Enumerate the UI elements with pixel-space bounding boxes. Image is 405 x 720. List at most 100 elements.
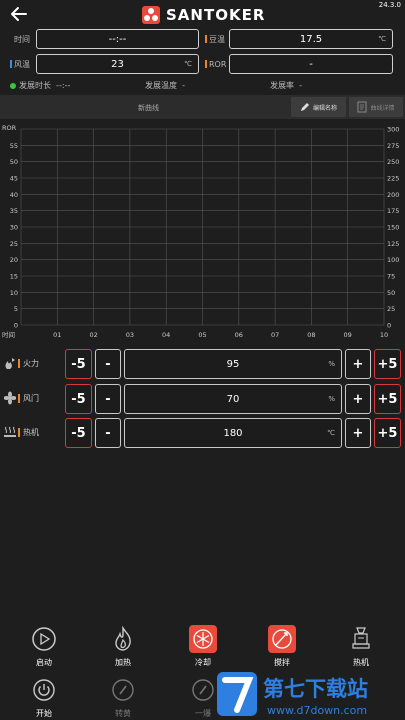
x-axis-label: 时间: [2, 330, 15, 339]
edit-name-label: 编辑名称: [312, 104, 337, 112]
damper-value-box[interactable]: 70 %: [124, 384, 342, 414]
snowflake-icon: [189, 625, 217, 653]
left-tick-label: 45: [10, 175, 18, 183]
damper-label: 风门: [23, 394, 39, 403]
right-tick-label: 150: [387, 224, 399, 232]
dev-rate-value: -: [299, 81, 302, 90]
air-temp-label: 风温: [14, 59, 30, 69]
back-arrow-icon[interactable]: [8, 4, 30, 24]
yellow-label: 转黄: [115, 709, 131, 718]
air-temp-field: 风温 23 ℃: [10, 54, 199, 74]
bean-temp-label: 豆温: [209, 34, 225, 44]
damper-plus-button[interactable]: +: [345, 384, 371, 414]
fire-minus-button[interactable]: -: [95, 349, 121, 379]
fire-unit: %: [328, 360, 335, 368]
right-tick-label: 100: [387, 256, 399, 264]
brand-name: SANTOKER: [166, 6, 266, 24]
left-tick-label: 55: [10, 142, 18, 150]
damper-plus5-button[interactable]: +5: [374, 384, 401, 414]
heater-minus5-button[interactable]: -5: [65, 418, 92, 448]
air-temp-unit: ℃: [184, 60, 192, 68]
heater-plus-button[interactable]: +: [345, 418, 371, 448]
x-tick-label: 01: [53, 331, 61, 339]
damper-label-wrap: 风门: [18, 393, 39, 404]
ror-label-wrap: ROR: [205, 60, 229, 69]
damper-minus-button[interactable]: -: [95, 384, 121, 414]
stir-label: 搅拌: [274, 658, 290, 667]
first-crack-label: 一爆: [195, 709, 211, 718]
left-tick-label: 40: [10, 191, 18, 199]
flame-fan-icon: [5, 358, 15, 369]
watermark-logo-icon: [217, 672, 257, 716]
heat-label: 加热: [115, 658, 131, 667]
bean-temp-field: 豆温 17.5 ℃: [205, 29, 393, 49]
x-tick-label: 04: [162, 331, 170, 339]
heater-value-box[interactable]: 180 ℃: [124, 418, 342, 448]
right-tick-label: 225: [387, 175, 399, 183]
time-label: 时间: [14, 34, 30, 44]
stir-icon: [268, 625, 296, 653]
left-tick-label: 10: [10, 289, 18, 297]
right-tick-label: 200: [387, 191, 399, 199]
machine-button[interactable]: 热机: [331, 625, 391, 668]
right-tick-label: 75: [387, 273, 395, 281]
power-icon: [30, 676, 58, 704]
brand-logo-icon: [142, 6, 160, 24]
pencil-icon: [300, 103, 309, 111]
damper-unit: %: [328, 395, 335, 403]
heater-minus-button[interactable]: -: [95, 418, 121, 448]
heat-button[interactable]: 加热: [93, 625, 153, 668]
x-tick-label: 07: [271, 331, 279, 339]
fire-plus5-button[interactable]: +5: [374, 349, 401, 379]
dev-rate-label: 发展率: [270, 81, 294, 90]
x-tick-label: 08: [307, 331, 315, 339]
start-button[interactable]: 启动: [14, 625, 74, 668]
x-tick-label: 10: [380, 331, 388, 339]
right-tick-label: 50: [387, 289, 395, 297]
ror-value: -: [309, 58, 313, 70]
fire-minus5-button[interactable]: -5: [65, 349, 92, 379]
stir-button[interactable]: 搅拌: [252, 625, 312, 668]
edit-name-button[interactable]: 编辑名称: [291, 97, 346, 117]
left-axis-label: ROR: [2, 124, 17, 132]
left-tick-label: 0: [14, 322, 18, 330]
x-tick-label: 03: [126, 331, 134, 339]
document-icon: [357, 101, 367, 113]
fire-value-box[interactable]: 95 %: [124, 349, 342, 379]
ror-label: ROR: [209, 59, 227, 69]
roast-chart[interactable]: ROR 3002752502252001751501251007550250555…: [0, 120, 405, 345]
left-tick-label: 25: [10, 240, 18, 248]
air-temp-value-box: 23 ℃: [36, 54, 199, 74]
watermark-url: www.d7down.com: [267, 704, 367, 717]
curve-bar: 新曲线 编辑名称 曲线详情: [0, 95, 405, 119]
machine-label: 热机: [353, 658, 369, 667]
heater-plus5-button[interactable]: +5: [374, 418, 401, 448]
watermark-text: 第七下载站: [263, 677, 368, 701]
compass-icon: [189, 676, 217, 704]
dev-duration-label: 发展时长: [19, 81, 51, 90]
control-fire: 火力 -5 - 95 % + +5: [0, 349, 405, 379]
right-tick-label: 0: [387, 322, 391, 330]
damper-value: 70: [226, 393, 240, 405]
play-icon: [30, 625, 58, 653]
heater-label-wrap: 热机: [18, 427, 39, 438]
right-tick-label: 175: [387, 207, 399, 215]
compass-icon: [109, 676, 137, 704]
x-tick-label: 09: [344, 331, 352, 339]
damper-minus5-button[interactable]: -5: [65, 384, 92, 414]
x-tick-label: 05: [198, 331, 206, 339]
air-temp-label-wrap: 风温: [10, 59, 36, 70]
start-label: 启动: [36, 658, 52, 667]
curve-detail-button[interactable]: 曲线详情: [349, 97, 403, 117]
dev-temp-label: 发展温度: [145, 81, 177, 90]
right-tick-label: 300: [387, 126, 399, 134]
fire-plus-button[interactable]: +: [345, 349, 371, 379]
dev-rate: 发展率 -: [270, 80, 302, 91]
fan-icon: [4, 391, 16, 405]
begin-button[interactable]: 开始: [14, 676, 74, 719]
brand: SANTOKER: [142, 5, 265, 25]
time-field: 时间 --:--: [14, 29, 199, 49]
bean-temp-value-box: 17.5 ℃: [229, 29, 393, 49]
yellow-button[interactable]: 转黄: [93, 676, 153, 719]
cool-button[interactable]: 冷却: [173, 625, 233, 668]
